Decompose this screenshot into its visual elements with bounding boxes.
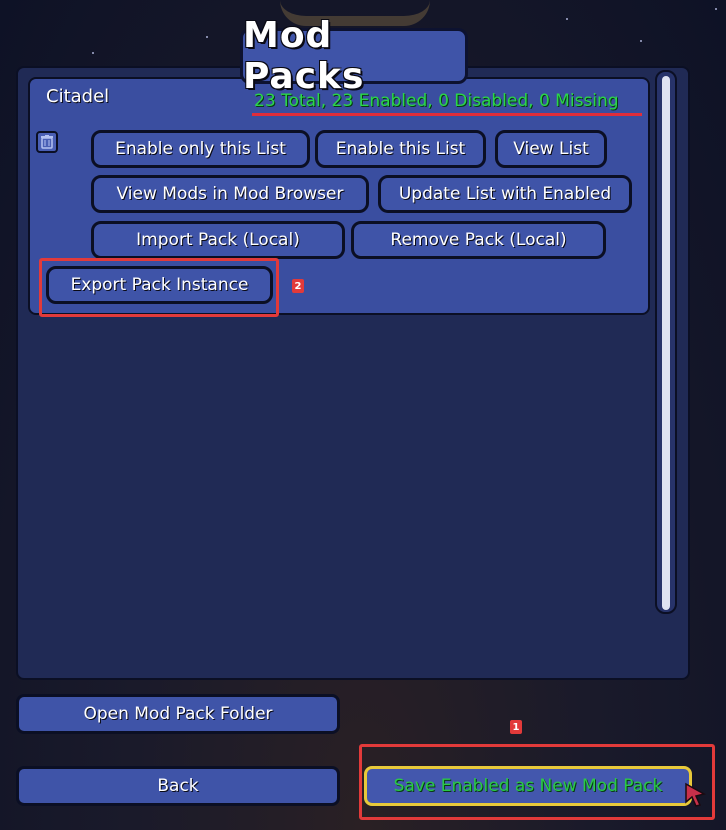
star — [566, 18, 568, 20]
view-list-button[interactable]: View List — [495, 130, 607, 168]
export-pack-instance-button[interactable]: Export Pack Instance — [46, 266, 273, 304]
back-button[interactable]: Back — [16, 766, 340, 806]
remove-pack-local-button[interactable]: Remove Pack (Local) — [351, 221, 606, 259]
star — [640, 40, 642, 42]
annotation-badge-1: 1 — [510, 720, 522, 734]
star — [206, 36, 208, 38]
update-list-with-enabled-button[interactable]: Update List with Enabled — [378, 175, 632, 213]
page-title: Mod Packs — [240, 15, 468, 97]
enable-only-this-list-button[interactable]: Enable only this List — [91, 130, 310, 168]
open-mod-pack-folder-button[interactable]: Open Mod Pack Folder — [16, 694, 340, 734]
pack-name: Citadel — [46, 86, 110, 107]
scrollbar[interactable] — [655, 70, 677, 614]
annotation-badge-2: 2 — [292, 279, 304, 293]
star — [92, 52, 94, 54]
view-mods-in-mod-browser-button[interactable]: View Mods in Mod Browser — [91, 175, 369, 213]
star — [715, 8, 717, 10]
delete-pack-button[interactable] — [36, 131, 58, 153]
import-pack-local-button[interactable]: Import Pack (Local) — [91, 221, 345, 259]
trash-icon — [41, 135, 53, 149]
stats-highlight-underline — [252, 113, 642, 116]
enable-this-list-button[interactable]: Enable this List — [315, 130, 486, 168]
scrollbar-thumb[interactable] — [662, 76, 670, 610]
save-enabled-as-new-mod-pack-button[interactable]: Save Enabled as New Mod Pack — [364, 766, 692, 806]
